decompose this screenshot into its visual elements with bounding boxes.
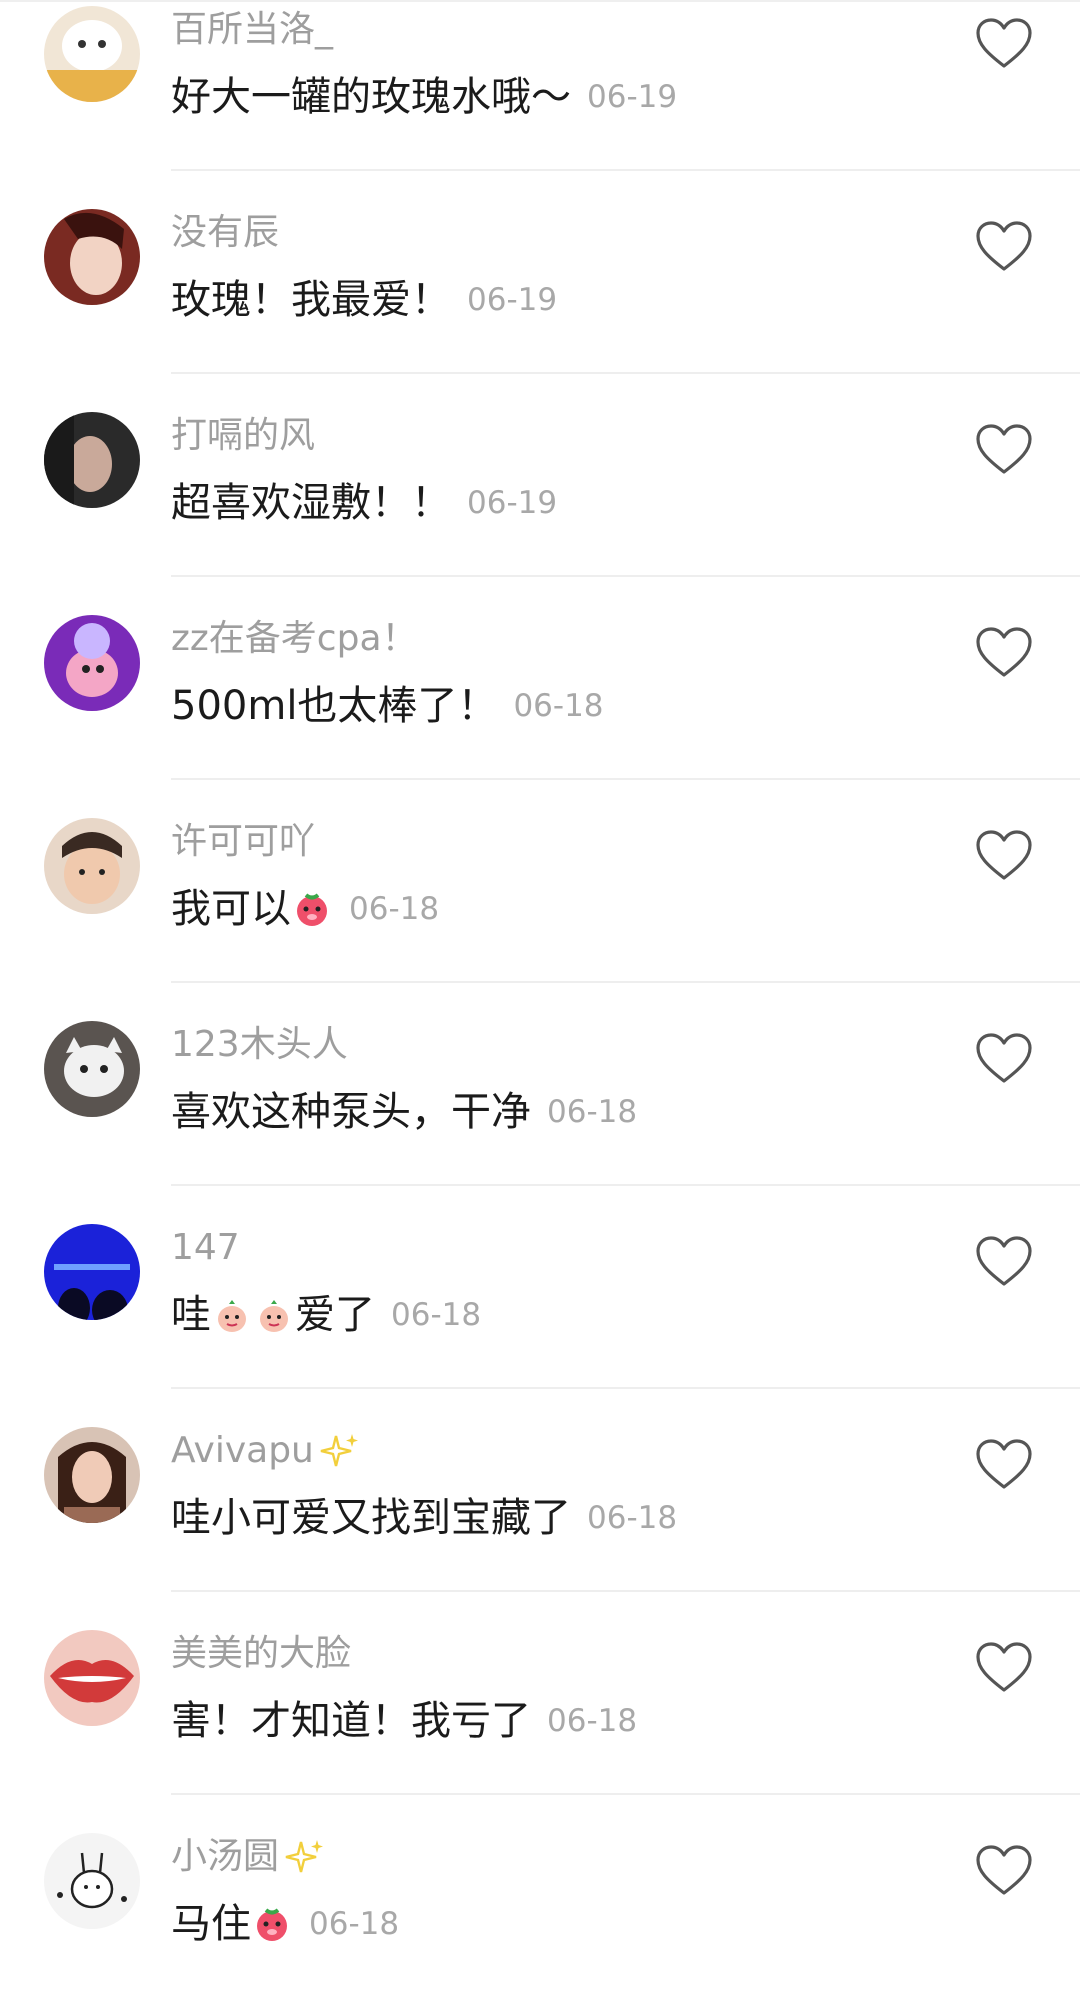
comment-username[interactable]: 许可可吖 [171, 820, 315, 864]
comment-text: 500ml也太棒了！ [171, 683, 498, 729]
comment-text: 喜欢这种泵头，干净 [171, 1089, 531, 1135]
comment-date: 06-18 [309, 1906, 400, 1942]
heart-outline-icon[interactable] [975, 626, 1033, 678]
comment-text: 超喜欢湿敷！！ [171, 480, 451, 526]
comment-content: 好大一罐的玫瑰水哦～ 06-19 [171, 72, 677, 122]
top-divider [0, 0, 1080, 2]
comment-username[interactable]: zz在备考cpa！ [171, 617, 418, 661]
comment-item[interactable]: 百所当洛_ 好大一罐的玫瑰水哦～ 06-19 [0, 0, 1080, 171]
avatar[interactable] [44, 1021, 140, 1117]
comment-date: 06-18 [547, 1094, 638, 1130]
avatar[interactable] [44, 1427, 140, 1523]
heart-outline-icon[interactable] [975, 17, 1033, 69]
heart-outline-icon[interactable] [975, 1438, 1033, 1490]
avatar[interactable] [44, 412, 140, 508]
comment-date: 06-19 [467, 282, 558, 318]
comment-date: 06-19 [467, 485, 558, 521]
comment-date: 06-18 [587, 1500, 678, 1536]
comment-text: 好大一罐的玫瑰水哦～ [171, 74, 571, 120]
peach-bag-emoji [218, 1300, 246, 1332]
comment-username[interactable]: 小汤圆 [171, 1835, 325, 1879]
comment-text-part: 爱了 [295, 1292, 375, 1338]
heart-outline-icon[interactable] [975, 220, 1033, 272]
comment-content: 喜欢这种泵头，干净 06-18 [171, 1087, 637, 1137]
comment-text: 哇小可爱又找到宝藏了 [171, 1495, 571, 1541]
smiling-strawberry-emoji [257, 1908, 287, 1941]
comment-content: 500ml也太棒了！ 06-18 [171, 681, 604, 731]
heart-outline-icon[interactable] [975, 423, 1033, 475]
comment-content: 马住 06-18 [171, 1899, 399, 1949]
heart-outline-icon[interactable] [975, 1844, 1033, 1896]
comment-item[interactable]: 147 哇 爱了 06-18 [0, 1186, 1080, 1389]
heart-outline-icon[interactable] [975, 1032, 1033, 1084]
comment-content: 超喜欢湿敷！！ 06-19 [171, 478, 557, 528]
comment-item[interactable]: 没有辰 玫瑰！我最爱！ 06-19 [0, 171, 1080, 374]
comment-username[interactable]: 百所当洛_ [171, 8, 333, 52]
heart-outline-icon[interactable] [975, 1235, 1033, 1287]
comment-date: 06-18 [391, 1297, 482, 1333]
comment-list: 百所当洛_ 好大一罐的玫瑰水哦～ 06-19 没有辰 玫瑰！我最爱！ 06-19… [0, 0, 1080, 1998]
peach-bag-emoji [260, 1300, 288, 1332]
comment-username[interactable]: 123木头人 [171, 1023, 348, 1067]
comment-item[interactable]: Avivapu 哇小可爱又找到宝藏了 06-18 [0, 1389, 1080, 1592]
comment-item[interactable]: 打嗝的风 超喜欢湿敷！！ 06-19 [0, 374, 1080, 577]
comment-username[interactable]: 打嗝的风 [171, 414, 315, 458]
avatar[interactable] [44, 1630, 140, 1726]
comment-item[interactable]: 美美的大脸 害！才知道！我亏了 06-18 [0, 1592, 1080, 1795]
comment-username[interactable]: 147 [171, 1226, 240, 1270]
comment-content: 玫瑰！我最爱！ 06-19 [171, 275, 557, 325]
comment-text: 害！才知道！我亏了 [171, 1698, 531, 1744]
comment-item[interactable]: zz在备考cpa！ 500ml也太棒了！ 06-18 [0, 577, 1080, 780]
comment-content: 我可以 06-18 [171, 884, 439, 934]
comment-content: 哇 爱了 06-18 [171, 1290, 481, 1340]
comment-content: 害！才知道！我亏了 06-18 [171, 1696, 637, 1746]
username-text: Avivapu [171, 1430, 314, 1471]
comment-text: 玫瑰！我最爱！ [171, 277, 451, 323]
comment-username[interactable]: 美美的大脸 [171, 1632, 351, 1676]
comment-text: 我可以 [171, 886, 291, 932]
sparkle-icon [320, 1434, 358, 1467]
avatar[interactable] [44, 615, 140, 711]
comment-date: 06-18 [349, 891, 440, 927]
comment-text-part: 哇 [171, 1292, 211, 1338]
comment-content: 哇小可爱又找到宝藏了 06-18 [171, 1493, 677, 1543]
heart-outline-icon[interactable] [975, 829, 1033, 881]
comment-username[interactable]: 没有辰 [171, 211, 279, 255]
sparkle-icon [285, 1840, 324, 1873]
avatar[interactable] [44, 209, 140, 305]
comment-item[interactable]: 许可可吖 我可以 06-18 [0, 780, 1080, 983]
avatar[interactable] [44, 1833, 140, 1929]
smiling-strawberry-emoji [297, 893, 327, 926]
avatar[interactable] [44, 818, 140, 914]
comment-username[interactable]: Avivapu [171, 1429, 360, 1473]
username-text: 小汤圆 [171, 1836, 280, 1877]
comment-date: 06-19 [587, 79, 678, 115]
heart-outline-icon[interactable] [975, 1641, 1033, 1693]
comment-item[interactable]: 123木头人 喜欢这种泵头，干净 06-18 [0, 983, 1080, 1186]
comment-date: 06-18 [513, 688, 604, 724]
comment-date: 06-18 [547, 1703, 638, 1739]
avatar[interactable] [44, 1224, 140, 1320]
comment-item[interactable]: 小汤圆 马住 06-18 [0, 1795, 1080, 1998]
comment-text: 马住 [171, 1901, 251, 1947]
avatar[interactable] [44, 6, 140, 102]
